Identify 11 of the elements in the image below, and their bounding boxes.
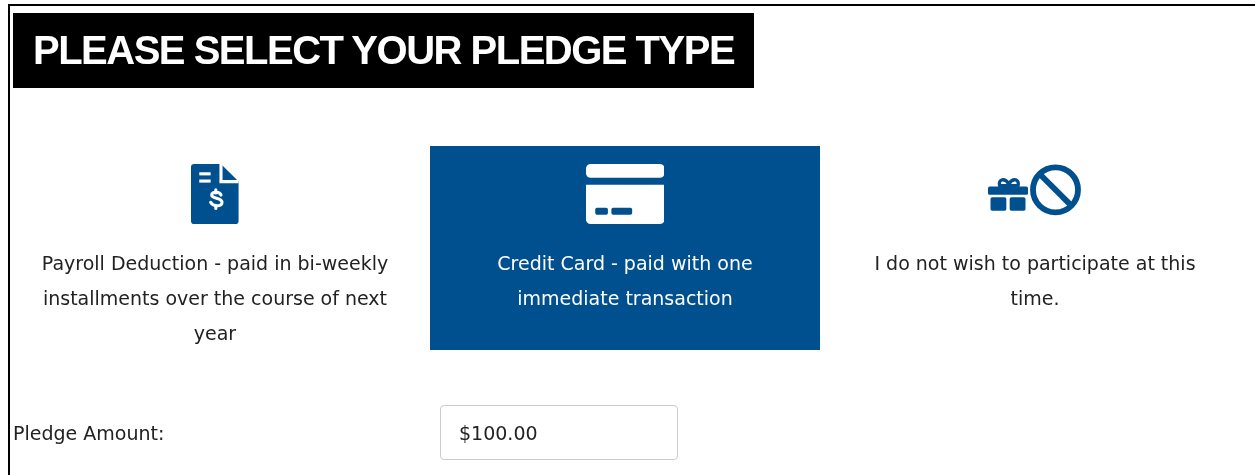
- field-label: Pledge Amount:: [13, 421, 166, 444]
- pledge-option[interactable]: I do not wish to participate at this time.: [840, 146, 1230, 350]
- option-label: I do not wish to participate at this time.: [873, 251, 1197, 311]
- pledge-option[interactable]: Credit Card - paid with one immediate transaction: [430, 146, 820, 350]
- document-dollar-icon: [191, 164, 239, 224]
- pledge-option[interactable]: Payroll Deduction - paid in bi-weekly installments over the course of next year: [20, 146, 410, 351]
- option-label: Credit Card - paid with one immediate transaction: [496, 251, 754, 311]
- option-label: Payroll Deduction - paid in bi-weekly installments over the course of next year: [40, 251, 390, 346]
- credit-card-icon: [585, 164, 665, 224]
- page-heading: PLEASE SELECT YOUR PLEDGE TYPE: [33, 28, 735, 73]
- pledge-amount-field[interactable]: $100.00: [440, 405, 678, 460]
